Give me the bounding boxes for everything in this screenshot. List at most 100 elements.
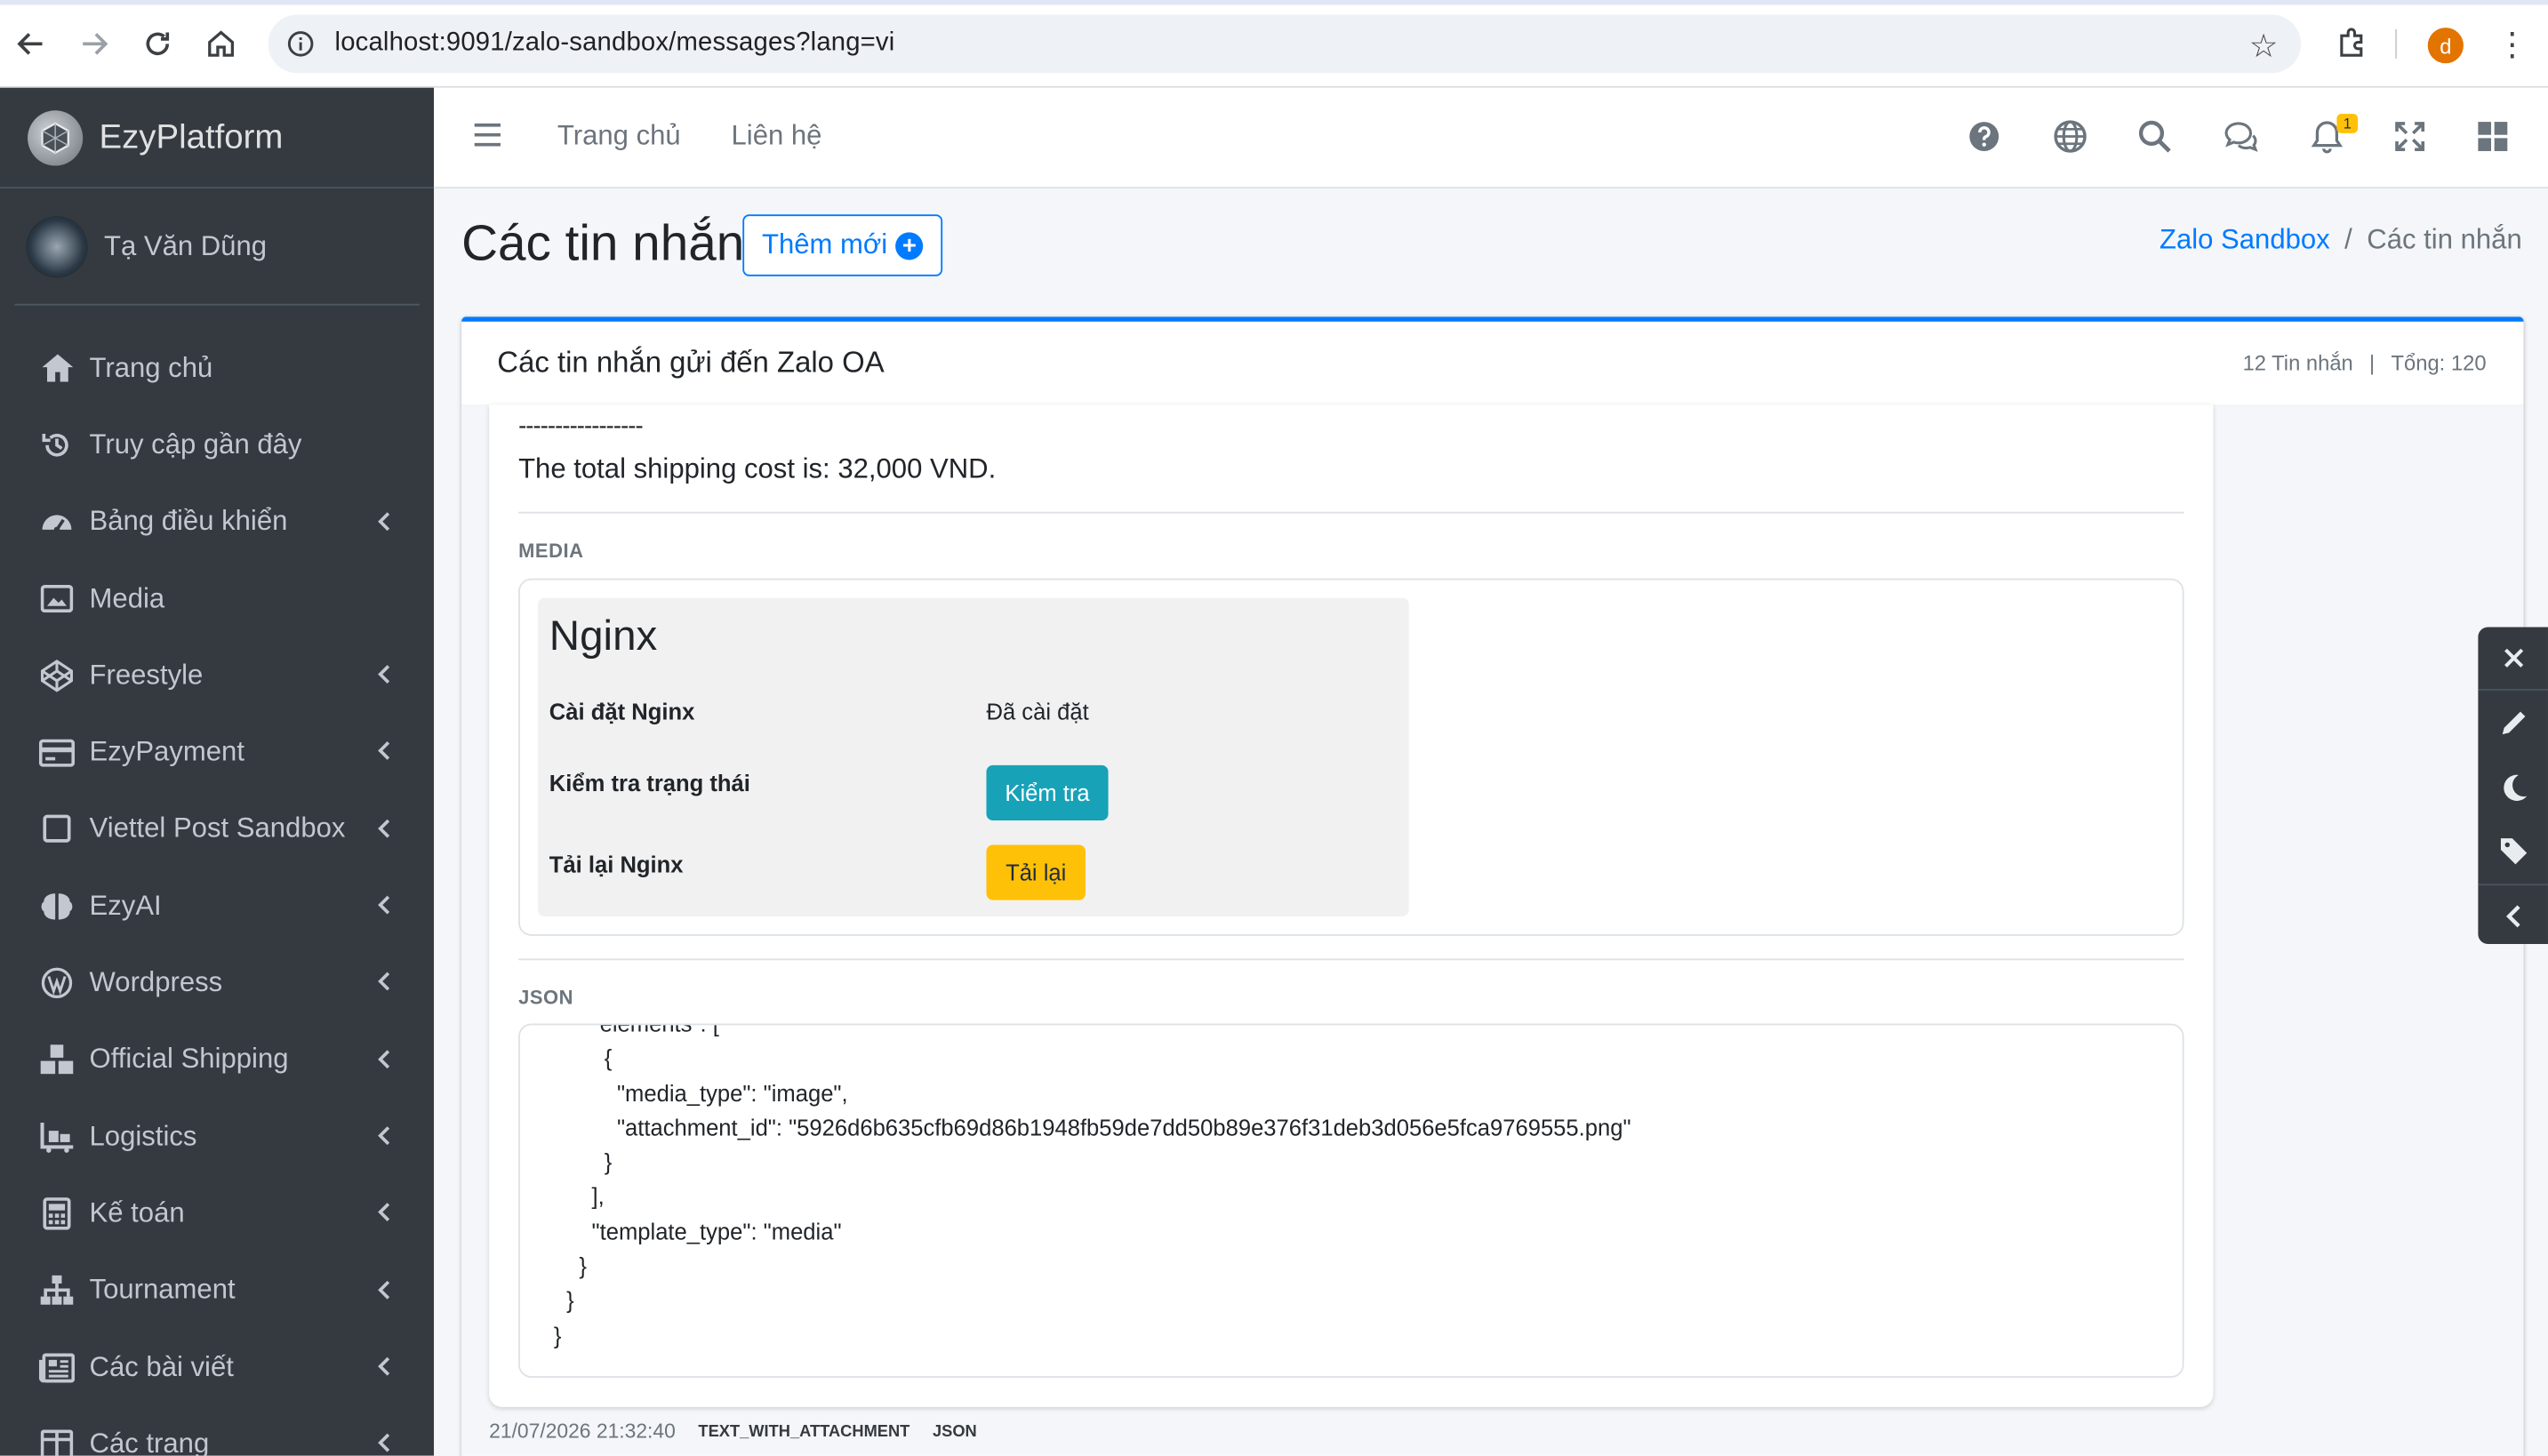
- breadcrumb-link-zalo-sandbox[interactable]: Zalo Sandbox: [2159, 224, 2330, 255]
- message-text-divider: -----------------: [518, 412, 644, 441]
- sidebar-item-label: Wordpress: [89, 966, 223, 998]
- tools-divider: |: [2369, 350, 2376, 376]
- toolbar-divider: [2395, 28, 2398, 59]
- fullscreen-icon[interactable]: [2392, 118, 2428, 154]
- sidebar-item-media[interactable]: Media: [0, 560, 434, 636]
- hamburger-menu-icon[interactable]: [473, 120, 502, 149]
- message-format-tag: JSON: [932, 1422, 977, 1441]
- columns-icon: [39, 1426, 75, 1456]
- nginx-reload-label: Tải lại Nginx: [549, 851, 684, 878]
- pencil-edit-icon[interactable]: [2497, 707, 2530, 740]
- sidebar-item-label: Official Shipping: [89, 1044, 289, 1075]
- search-icon[interactable]: [2137, 118, 2173, 154]
- sidebar-item-label: Truy cập gần đây: [89, 428, 302, 460]
- chevron-left-icon: [378, 819, 390, 838]
- check-status-button[interactable]: Kiểm tra: [986, 764, 1109, 821]
- messages-chat-icon[interactable]: [2223, 118, 2258, 154]
- top-navbar: Trang chủ Liên hệ 1: [434, 87, 2548, 189]
- url-text: localhost:9091/zalo-sandbox/messages?lan…: [334, 28, 895, 57]
- credit-card-icon: [38, 734, 76, 770]
- breadcrumb-current: Các tin nhắn: [2367, 224, 2522, 255]
- sitemap-icon: [39, 1273, 75, 1308]
- brand-link[interactable]: EzyPlatform: [0, 88, 435, 189]
- user-avatar: [26, 215, 88, 277]
- newspaper-icon: [38, 1349, 76, 1385]
- toolbar-separator: [2478, 688, 2548, 691]
- chevron-left-icon: [378, 1203, 390, 1222]
- nginx-install-label: Cài đặt Nginx: [549, 698, 695, 725]
- sidebar-item-wordpress[interactable]: Wordpress: [0, 945, 434, 1021]
- json-section-label: JSON: [518, 986, 574, 1010]
- nav-link-contact[interactable]: Liên hệ: [732, 120, 822, 153]
- sidebar-item-tournament[interactable]: Tournament: [0, 1252, 434, 1328]
- chevron-left-icon: [378, 895, 390, 915]
- card-title: Các tin nhắn gửi đến Zalo OA: [497, 346, 885, 379]
- sidebar-item-label: Logistics: [89, 1120, 197, 1152]
- user-panel[interactable]: Tạ Văn Dũng: [14, 188, 420, 306]
- sidebar-item-viettel-post-sandbox[interactable]: Viettel Post Sandbox: [0, 791, 434, 868]
- message-text: The total shipping cost is: 32,000 VND.: [518, 452, 997, 484]
- brain-icon: [39, 888, 75, 924]
- forward-icon[interactable]: [73, 23, 116, 66]
- tab-strip-edge: [0, 0, 2548, 5]
- language-globe-icon[interactable]: [2053, 118, 2088, 154]
- wordpress-icon: [39, 965, 75, 1001]
- bookmark-star-icon[interactable]: ☆: [2249, 26, 2279, 67]
- sidebar-item-trang-chu[interactable]: Trang chủ: [0, 330, 434, 406]
- add-new-button[interactable]: Thêm mới +: [742, 214, 943, 276]
- extensions-icon[interactable]: [2334, 24, 2369, 60]
- sidebar-item-bang-dieu-khien[interactable]: Bảng điều khiển: [0, 484, 434, 560]
- site-info-icon[interactable]: [284, 28, 317, 60]
- sidebar-item-label: EzyPayment: [89, 736, 244, 767]
- sidebar-item-truy-cap-gan-day[interactable]: Truy cập gần đây: [0, 406, 434, 483]
- boxes-icon: [39, 1042, 75, 1077]
- breadcrumb: Zalo Sandbox / Các tin nhắn: [2159, 224, 2522, 257]
- reload-nginx-button[interactable]: Tải lại: [986, 844, 1086, 900]
- total-count: Tổng: 120: [2391, 350, 2487, 376]
- moon-dark-mode-icon[interactable]: [2497, 772, 2530, 804]
- profile-avatar[interactable]: d: [2427, 28, 2464, 64]
- chevron-left-icon: [378, 665, 390, 684]
- chevron-left-icon: [378, 1356, 390, 1376]
- user-name: Tạ Văn Dũng: [103, 229, 268, 261]
- reload-icon[interactable]: [137, 23, 180, 66]
- message-meta: 21/07/2026 21:32:40 TEXT_WITH_ATTACHMENT…: [489, 1420, 977, 1443]
- sidebar-item-official-shipping[interactable]: Official Shipping: [0, 1021, 434, 1098]
- sidebar-item-ezypayment[interactable]: EzyPayment: [0, 714, 434, 790]
- sidebar-menu: Trang chủ Truy cập gần đây Bảng điều khi…: [0, 306, 434, 1456]
- brand-text: EzyPlatform: [99, 117, 284, 156]
- apps-grid-icon[interactable]: [2475, 118, 2511, 154]
- calculator-icon: [39, 1196, 75, 1231]
- sidebar-item-ezyai[interactable]: EzyAI: [0, 868, 434, 944]
- message-type-tag: TEXT_WITH_ATTACHMENT: [698, 1422, 910, 1441]
- plus-circle-icon: +: [895, 231, 924, 260]
- help-icon[interactable]: [1967, 118, 2002, 154]
- page-title: Các tin nhắn: [461, 214, 745, 272]
- sidebar-item-freestyle[interactable]: Freestyle: [0, 637, 434, 714]
- square-icon: [39, 812, 75, 847]
- codepen-icon: [39, 658, 75, 693]
- nav-link-home[interactable]: Trang chủ: [557, 120, 681, 153]
- browser-menu-icon[interactable]: ⋮: [2496, 24, 2529, 65]
- sidebar-item-label: Media: [89, 582, 165, 614]
- sidebar-item-cac-trang[interactable]: Các trang: [0, 1405, 434, 1456]
- sidebar-item-logistics[interactable]: Logistics: [0, 1099, 434, 1175]
- sidebar-item-cac-bai-viet[interactable]: Các bài viết: [0, 1329, 434, 1405]
- json-viewer[interactable]: "elements": [ { "media_type": "image", "…: [518, 1023, 2184, 1378]
- sidebar-item-label: Freestyle: [89, 659, 204, 691]
- sidebar-item-label: Viettel Post Sandbox: [89, 812, 346, 844]
- json-content: "elements": [ { "media_type": "image", "…: [553, 1023, 1631, 1348]
- sidebar-item-label: Các bài viết: [89, 1350, 234, 1382]
- sidebar-item-label: Bảng điều khiển: [89, 505, 288, 537]
- tag-icon[interactable]: [2497, 835, 2530, 868]
- back-icon[interactable]: [10, 23, 52, 66]
- brand-logo: [28, 109, 84, 165]
- home-browser-icon[interactable]: [200, 23, 243, 66]
- address-bar[interactable]: localhost:9091/zalo-sandbox/messages?lan…: [268, 14, 2302, 74]
- pallet-icon: [39, 1119, 75, 1155]
- sidebar-item-ke-toan[interactable]: Kế toán: [0, 1175, 434, 1252]
- image-icon: [39, 580, 75, 616]
- sidebar-item-label: Kế toán: [89, 1196, 185, 1228]
- close-icon[interactable]: [2497, 642, 2530, 675]
- chevron-left-collapse-icon[interactable]: [2497, 900, 2530, 933]
